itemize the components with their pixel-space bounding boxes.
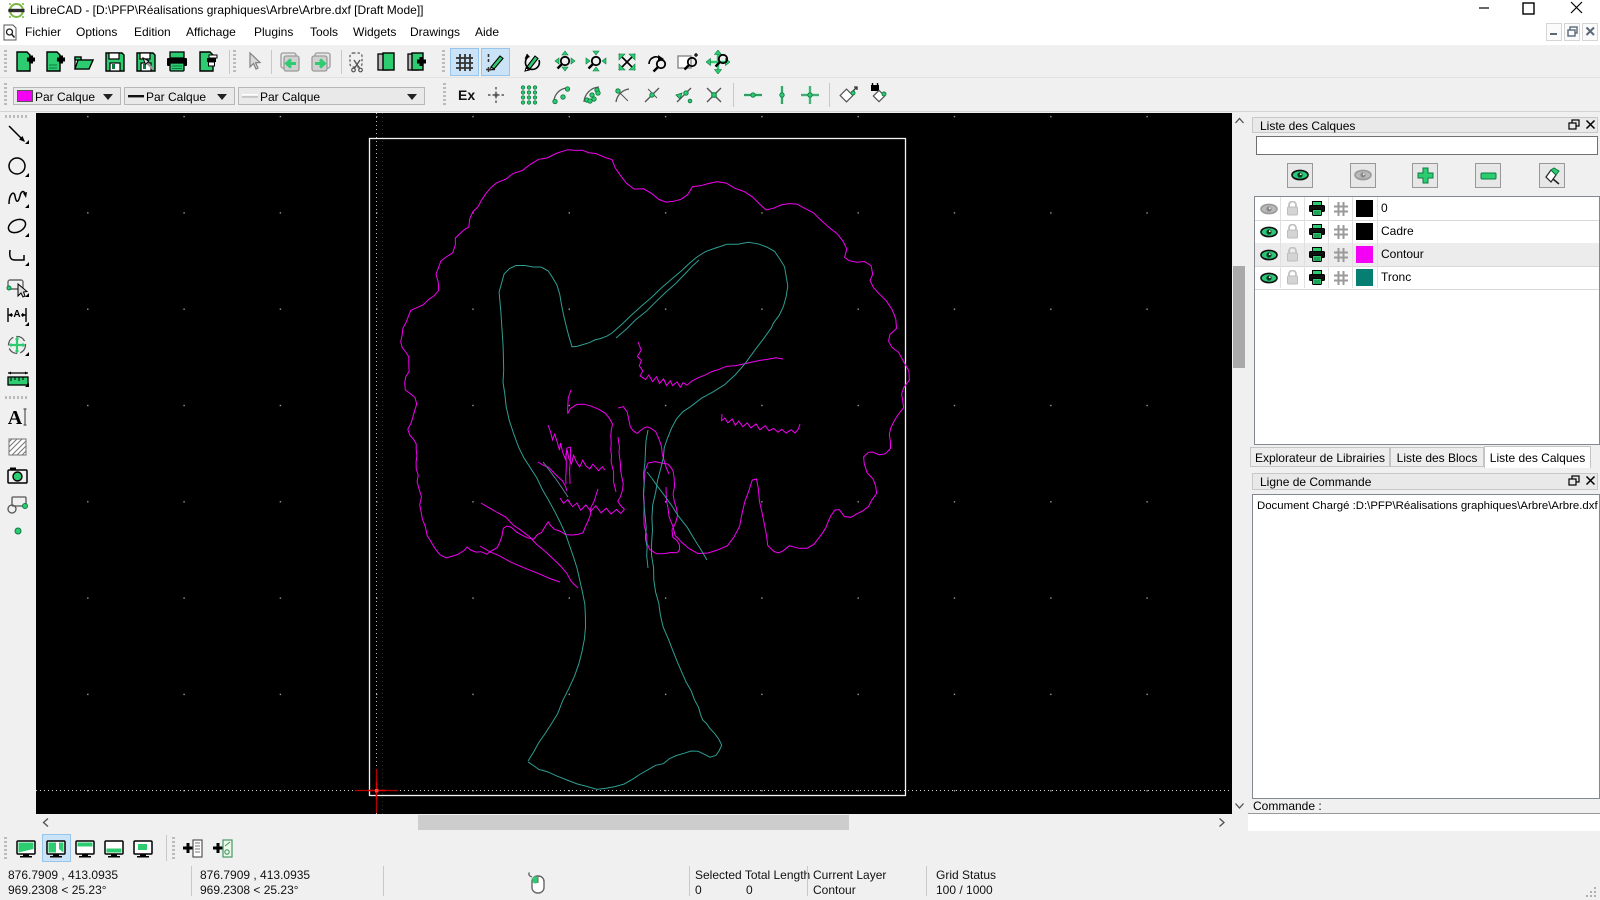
svg-text:A: A <box>8 407 23 429</box>
svg-text:A: A <box>13 309 20 320</box>
